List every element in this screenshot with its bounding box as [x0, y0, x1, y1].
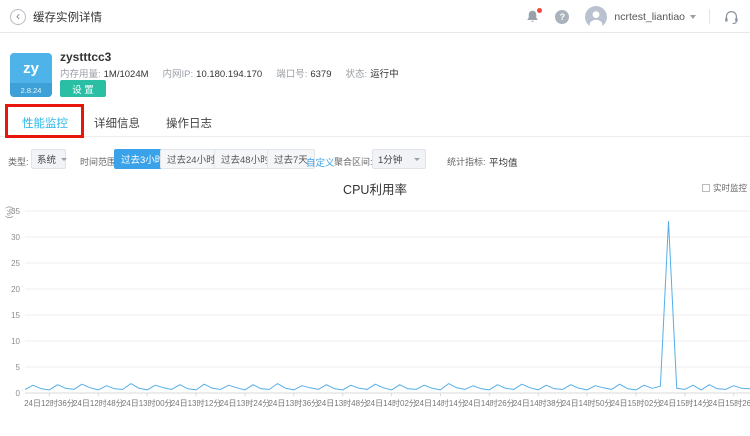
bell-icon[interactable]: [525, 8, 543, 24]
x-axis-tick-label: 24日13时00分: [122, 398, 173, 408]
chevron-down-icon[interactable]: [690, 14, 696, 19]
y-axis-tick-label: 15: [11, 311, 20, 320]
type-select[interactable]: 系统: [31, 149, 68, 169]
x-axis-tick-label: 24日14时26分: [464, 398, 515, 408]
x-axis-tick-label: 24日12时48分: [73, 398, 124, 408]
instance-avatar-text: zy: [23, 59, 39, 77]
topbar: ‹ 缓存实例详情 ? ncrtest_liantiao: [0, 0, 750, 33]
y-axis-tick-label: 5: [16, 363, 21, 372]
time-range-label: 时间范围:: [80, 157, 119, 167]
x-axis-tick-label: 24日14时38分: [513, 398, 564, 408]
y-axis-tick-label: 25: [11, 259, 20, 268]
realtime-monitor-control: 实时监控: [701, 182, 747, 194]
notification-dot: [537, 8, 543, 13]
custom-range-link[interactable]: 自定义: [306, 155, 335, 169]
chevron-down-icon: [414, 157, 420, 161]
x-axis-tick-label: 24日15时26分: [708, 398, 750, 408]
instance-meta: 内存用量: 1M/1024M 内网IP: 10.180.194.170 端口号: 63…: [60, 66, 413, 80]
meta-port: 端口号: 6379: [276, 69, 332, 80]
user-avatar[interactable]: [585, 5, 608, 28]
x-axis-tick-label: 24日15时02分: [611, 398, 662, 408]
chart-header: CPU利用率 实时监控: [0, 179, 750, 197]
y-axis-tick-label: 10: [11, 337, 20, 346]
y-axis-tick-label: 30: [11, 233, 20, 242]
tab-performance-monitor[interactable]: 性能监控: [14, 110, 76, 137]
aggregation-interval-label: 聚合区间:: [334, 157, 373, 167]
instance-avatar: zy 2.8.24: [10, 53, 52, 97]
x-axis-tick-label: 24日14时14分: [415, 398, 466, 408]
filter-bar: 类型: 系统 时间范围: 过去3小时 过去24小时 过去48小时 过去7天 自定…: [0, 149, 750, 171]
realtime-checkbox[interactable]: [701, 184, 710, 192]
tab-detail-info[interactable]: 详细信息: [94, 110, 140, 136]
help-icon[interactable]: ?: [555, 9, 570, 24]
x-axis-tick-label: 24日15时14分: [659, 398, 710, 408]
back-button[interactable]: ‹: [10, 8, 26, 25]
topbar-right: ? ncrtest_liantiao: [525, 0, 740, 33]
tab-operation-log[interactable]: 操作日志: [166, 110, 212, 136]
x-axis-tick-label: 24日13时48分: [317, 398, 368, 408]
cpu-usage-line: [24, 220, 750, 391]
instance-name: zystttcc3: [60, 50, 112, 64]
instance-version-badge: 2.8.24: [10, 83, 52, 97]
y-axis-unit-label: (%): [5, 206, 14, 219]
type-label: 类型:: [8, 157, 29, 167]
meta-memory: 内存用量: 1M/1024M: [60, 69, 149, 80]
y-axis-tick-label: 0: [16, 389, 21, 398]
x-axis-tick-label: 24日13时36分: [268, 398, 319, 408]
topbar-divider: [709, 9, 710, 24]
username[interactable]: ncrtest_liantiao: [614, 11, 685, 23]
statistic-metric-value: 平均值: [489, 158, 518, 169]
meta-private-ip: 内网IP: 10.180.194.170: [162, 69, 263, 80]
y-axis-tick-label: 20: [11, 285, 20, 294]
aggregation-interval-select[interactable]: 1分钟: [372, 149, 426, 169]
cpu-utilization-chart: 0510152025303524日12时36分24日12时48分24日13时00…: [5, 206, 750, 408]
cache-instance-detail-page: ‹ 缓存实例详情 ? ncrtest_liantiao zy 2.8.24 zy…: [0, 0, 750, 436]
support-headset-icon[interactable]: [723, 9, 740, 25]
x-axis-tick-label: 24日14时50分: [562, 398, 613, 408]
settings-button[interactable]: 设 置: [60, 80, 106, 97]
topbar-left: ‹ 缓存实例详情: [10, 0, 102, 33]
realtime-label: 实时监控: [712, 183, 747, 193]
tab-bar: 性能监控 详细信息 操作日志: [0, 110, 750, 137]
chevron-down-icon: [61, 157, 68, 161]
statistic-metric-label: 统计指标:: [447, 157, 486, 167]
page-title: 缓存实例详情: [33, 11, 102, 24]
status-value: 运行中: [370, 69, 399, 80]
x-axis-tick-label: 24日13时24分: [220, 398, 271, 408]
x-axis-tick-label: 24日13时12分: [171, 398, 222, 408]
x-axis-tick-label: 24日14时02分: [366, 398, 417, 408]
meta-status: 状态: 运行中: [345, 69, 399, 80]
x-axis-tick-label: 24日12时36分: [24, 398, 75, 408]
